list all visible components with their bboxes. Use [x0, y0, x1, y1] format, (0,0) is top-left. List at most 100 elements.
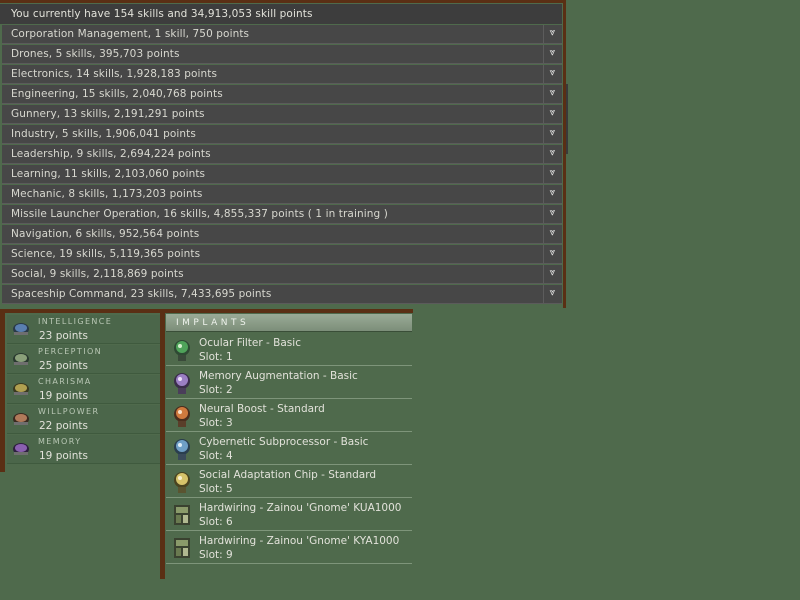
- attribute-name: INTELLIGENCE: [38, 317, 113, 326]
- skill-group-label: Electronics, 14 skills, 1,928,183 points: [11, 68, 218, 80]
- attribute-name: WILLPOWER: [38, 407, 100, 416]
- skill-group-row[interactable]: Industry, 5 skills, 1,906,041 points ⩔: [2, 125, 562, 144]
- implant-slot: Slot: 6: [199, 516, 233, 528]
- skill-group-row[interactable]: Drones, 5 skills, 395,703 points ⩔: [2, 45, 562, 64]
- panel-scrollbar-track[interactable]: [566, 84, 568, 154]
- skill-group-label: Science, 19 skills, 5,119,365 points: [11, 248, 201, 260]
- hardwiring-icon: [174, 505, 190, 525]
- skill-group-row[interactable]: Electronics, 14 skills, 1,928,183 points…: [2, 65, 562, 84]
- attribute-row: PERCEPTION 25 points: [7, 345, 160, 374]
- memory-augmentation-icon: [174, 373, 190, 394]
- social-adaptation-chip-icon: [174, 472, 190, 493]
- expand-chevron-icon[interactable]: ⩔: [543, 245, 561, 263]
- implant-slot: Slot: 4: [199, 450, 233, 462]
- skill-group-row[interactable]: Navigation, 6 skills, 952,564 points ⩔: [2, 225, 562, 244]
- implant-slot: Slot: 3: [199, 417, 233, 429]
- implant-slot: Slot: 2: [199, 384, 233, 396]
- skill-group-row[interactable]: Mechanic, 8 skills, 1,173,203 points ⩔: [2, 185, 562, 204]
- attribute-value: 19 points: [39, 450, 88, 462]
- attribute-value: 23 points: [39, 330, 88, 342]
- implant-name: Hardwiring - Zainou 'Gnome' KUA1000: [199, 502, 402, 514]
- skill-group-row[interactable]: Spaceship Command, 23 skills, 7,433,695 …: [2, 285, 562, 304]
- implant-name: Memory Augmentation - Basic: [199, 370, 358, 382]
- expand-chevron-icon[interactable]: ⩔: [543, 265, 561, 283]
- neural-boost-icon: [174, 406, 190, 427]
- skill-group-row[interactable]: Gunnery, 13 skills, 2,191,291 points ⩔: [2, 105, 562, 124]
- implant-name: Ocular Filter - Basic: [199, 337, 301, 349]
- attribute-row: WILLPOWER 22 points: [7, 405, 160, 434]
- skill-group-label: Missile Launcher Operation, 16 skills, 4…: [11, 208, 388, 220]
- ocular-filter-icon: [174, 340, 190, 361]
- panel-frame-top: [0, 0, 564, 3]
- expand-chevron-icon[interactable]: ⩔: [543, 205, 561, 223]
- expand-chevron-icon[interactable]: ⩔: [543, 225, 561, 243]
- expand-chevron-icon[interactable]: ⩔: [543, 125, 561, 143]
- implant-slot: Slot: 1: [199, 351, 233, 363]
- skill-group-row[interactable]: Learning, 11 skills, 2,103,060 points ⩔: [2, 165, 562, 184]
- implant-slot: Slot: 9: [199, 549, 233, 561]
- panel-frame-right: [563, 0, 566, 308]
- skill-group-row[interactable]: Social, 9 skills, 2,118,869 points ⩔: [2, 265, 562, 284]
- expand-chevron-icon[interactable]: ⩔: [543, 165, 561, 183]
- skill-group-label: Social, 9 skills, 2,118,869 points: [11, 268, 184, 280]
- implant-row[interactable]: Cybernetic Subprocessor - Basic Slot: 4: [166, 433, 412, 465]
- implant-name: Social Adaptation Chip - Standard: [199, 469, 377, 481]
- skill-group-row[interactable]: Engineering, 15 skills, 2,040,768 points…: [2, 85, 562, 104]
- implant-row[interactable]: Memory Augmentation - Basic Slot: 2: [166, 367, 412, 399]
- skill-group-row[interactable]: Science, 19 skills, 5,119,365 points ⩔: [2, 245, 562, 264]
- skill-group-label: Industry, 5 skills, 1,906,041 points: [11, 128, 196, 140]
- attribute-name: MEMORY: [38, 437, 82, 446]
- skill-group-row[interactable]: Leadership, 9 skills, 2,694,224 points ⩔: [2, 145, 562, 164]
- willpower-icon: [13, 413, 29, 425]
- expand-chevron-icon[interactable]: ⩔: [543, 145, 561, 163]
- hardwiring-icon: [174, 538, 190, 558]
- skill-group-label: Engineering, 15 skills, 2,040,768 points: [11, 88, 223, 100]
- attribute-row: INTELLIGENCE 23 points: [7, 315, 160, 344]
- implant-row[interactable]: Hardwiring - Zainou 'Gnome' KYA1000 Slot…: [166, 532, 412, 564]
- attribute-value: 22 points: [39, 420, 88, 432]
- implant-row[interactable]: Social Adaptation Chip - Standard Slot: …: [166, 466, 412, 498]
- attribute-name: CHARISMA: [38, 377, 92, 386]
- skill-group-list: Corporation Management, 1 skill, 750 poi…: [2, 24, 562, 304]
- panel-frame-top: [166, 309, 413, 313]
- attribute-value: 25 points: [39, 360, 88, 372]
- implant-row[interactable]: Hardwiring - Zainou 'Gnome' KUA1000 Slot…: [166, 499, 412, 531]
- attribute-row: CHARISMA 19 points: [7, 375, 160, 404]
- skill-group-label: Corporation Management, 1 skill, 750 poi…: [11, 28, 250, 40]
- implant-row[interactable]: Neural Boost - Standard Slot: 3: [166, 400, 412, 432]
- skill-group-label: Mechanic, 8 skills, 1,173,203 points: [11, 188, 203, 200]
- expand-chevron-icon[interactable]: ⩔: [543, 185, 561, 203]
- expand-chevron-icon[interactable]: ⩔: [543, 105, 561, 123]
- skills-summary: You currently have 154 skills and 34,913…: [0, 4, 562, 24]
- implant-list: Ocular Filter - Basic Slot: 1 Memory Aug…: [166, 334, 412, 565]
- implants-panel: IMPLANTS Ocular Filter - Basic Slot: 1 M…: [166, 309, 413, 564]
- expand-chevron-icon[interactable]: ⩔: [543, 65, 561, 83]
- skill-group-label: Navigation, 6 skills, 952,564 points: [11, 228, 200, 240]
- implant-slot: Slot: 5: [199, 483, 233, 495]
- expand-chevron-icon[interactable]: ⩔: [543, 45, 561, 63]
- skill-group-label: Learning, 11 skills, 2,103,060 points: [11, 168, 206, 180]
- skill-group-row[interactable]: Corporation Management, 1 skill, 750 poi…: [2, 25, 562, 44]
- cybernetic-subprocessor-icon: [174, 439, 190, 460]
- implant-row[interactable]: Ocular Filter - Basic Slot: 1: [166, 334, 412, 366]
- skill-group-label: Drones, 5 skills, 395,703 points: [11, 48, 180, 60]
- attribute-name: PERCEPTION: [38, 347, 103, 356]
- skill-group-label: Leadership, 9 skills, 2,694,224 points: [11, 148, 211, 160]
- skills-panel: You currently have 154 skills and 34,913…: [0, 0, 568, 308]
- expand-chevron-icon[interactable]: ⩔: [543, 85, 561, 103]
- skill-group-row[interactable]: Missile Launcher Operation, 16 skills, 4…: [2, 205, 562, 224]
- attribute-list: INTELLIGENCE 23 points PERCEPTION 25 poi…: [7, 315, 160, 465]
- skill-group-label: Spaceship Command, 23 skills, 7,433,695 …: [11, 288, 272, 300]
- expand-chevron-icon[interactable]: ⩔: [543, 285, 561, 303]
- attribute-value: 19 points: [39, 390, 88, 402]
- panel-frame-divider: [160, 309, 165, 579]
- memory-icon: [13, 443, 29, 455]
- implant-name: Cybernetic Subprocessor - Basic: [199, 436, 369, 448]
- implant-name: Hardwiring - Zainou 'Gnome' KYA1000: [199, 535, 400, 547]
- attributes-panel: INTELLIGENCE 23 points PERCEPTION 25 poi…: [0, 309, 166, 579]
- skill-group-label: Gunnery, 13 skills, 2,191,291 points: [11, 108, 205, 120]
- implants-header: IMPLANTS: [166, 314, 412, 332]
- expand-chevron-icon[interactable]: ⩔: [543, 25, 561, 43]
- intelligence-icon: [13, 323, 29, 335]
- panel-frame-left: [0, 309, 5, 472]
